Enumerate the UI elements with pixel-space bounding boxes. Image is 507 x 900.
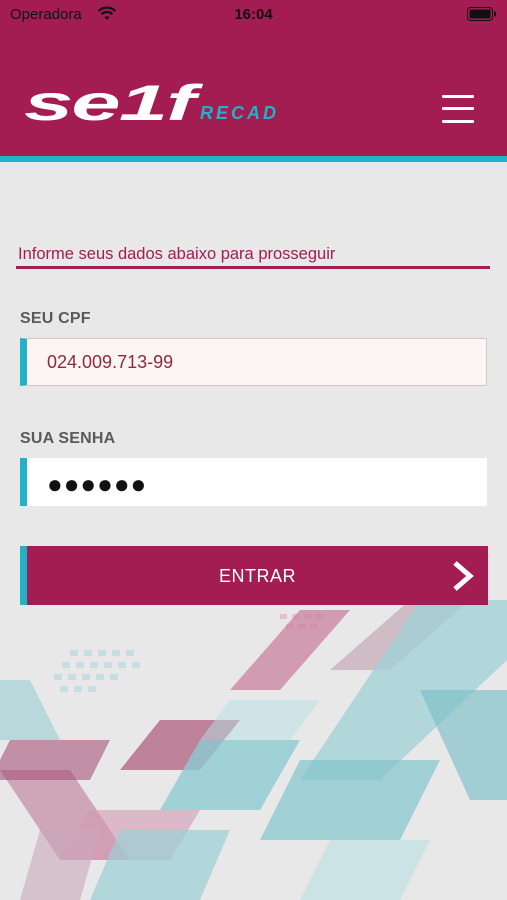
password-input[interactable]: ●●●●●● [47,469,147,500]
header-accent-stripe [0,156,507,162]
form-prompt: Informe seus dados abaixo para prossegui… [18,245,336,263]
hamburger-menu-icon[interactable] [440,92,476,126]
password-field[interactable]: ●●●●●● [20,458,487,506]
svg-text:se1f: se1f [24,75,203,131]
cpf-input[interactable] [47,339,467,385]
enter-button[interactable]: ENTRAR [20,546,488,605]
cpf-field[interactable] [20,338,487,386]
chevron-right-icon [450,560,476,597]
clock: 16:04 [234,6,273,23]
status-bar: Operadora 16:04 [0,0,507,30]
svg-text:RECAD: RECAD [200,103,279,123]
enter-button-label: ENTRAR [218,566,296,586]
prompt-underline [16,266,490,269]
password-label: SUA SENHA [20,430,116,447]
decorative-background-pattern [0,600,507,900]
cpf-label: SEU CPF [20,310,91,327]
battery-icon [467,7,497,25]
self-recad-logo: se1f RECAD [22,62,292,137]
